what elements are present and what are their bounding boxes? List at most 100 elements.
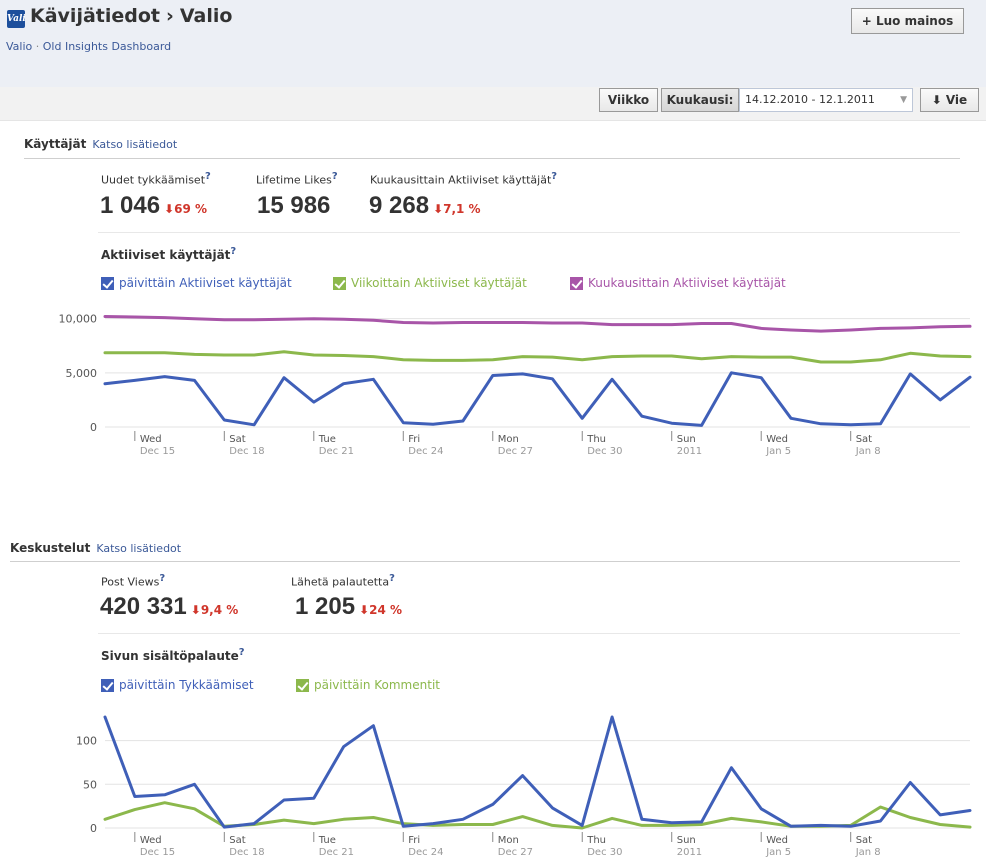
x-tick-label: Sat <box>856 434 872 445</box>
checkbox-checked-icon[interactable] <box>101 678 114 692</box>
x-tick-sublabel: Dec 18 <box>229 446 264 457</box>
help-icon[interactable]: ? <box>551 171 557 182</box>
old-dashboard-link[interactable]: Old Insights Dashboard <box>43 40 171 53</box>
checkbox-checked-icon[interactable] <box>570 276 583 290</box>
date-range-select[interactable]: 14.12.2010 - 12.1.2011 ▼ <box>739 88 913 112</box>
x-tick-label: Sun <box>677 835 696 846</box>
breadcrumb-dot: · <box>35 40 40 53</box>
legend-monthly-active[interactable]: Kuukausittain Aktiiviset käyttäjät <box>570 276 786 290</box>
y-tick-label: 0 <box>90 822 97 835</box>
users-section-title: Käyttäjät Katso lisätiedot <box>24 137 177 151</box>
x-tick-label: Fri <box>408 835 420 846</box>
help-icon[interactable]: ? <box>332 171 338 182</box>
week-button[interactable]: Viikko <box>599 88 658 112</box>
help-icon[interactable]: ? <box>230 246 236 257</box>
chart-title-text: Aktiiviset käyttäjät <box>101 248 231 262</box>
legend-label: päivittäin Kommentit <box>314 678 440 692</box>
conversations-title-text: Keskustelut <box>10 541 91 555</box>
conversations-section-title: Keskustelut Katso lisätiedot <box>10 541 181 555</box>
create-ad-button[interactable]: + Luo mainos <box>851 8 964 34</box>
help-icon[interactable]: ? <box>239 647 245 658</box>
users-title-text: Käyttäjät <box>24 137 87 151</box>
checkbox-checked-icon[interactable] <box>296 678 309 692</box>
legend-weekly-active[interactable]: Viikoittain Aktiiviset käyttäjät <box>333 276 527 290</box>
breadcrumb: Valio · Old Insights Dashboard <box>6 40 171 53</box>
date-range-value: 14.12.2010 - 12.1.2011 <box>745 93 875 106</box>
metric-divider <box>98 232 960 233</box>
x-tick-sublabel: 2011 <box>677 847 702 858</box>
y-tick-label: 100 <box>76 735 97 748</box>
delta-down-badge: ⬇9,4 % <box>191 603 239 617</box>
x-tick-sublabel: Dec 18 <box>229 847 264 858</box>
checkbox-checked-icon[interactable] <box>101 276 114 290</box>
chart-title-text: Sivun sisältöpalaute <box>101 649 239 663</box>
x-tick-label: Wed <box>140 434 162 445</box>
page-title: Kävijätiedot › Valio <box>30 5 232 27</box>
x-tick-sublabel: Dec 24 <box>408 847 443 858</box>
y-tick-label: 5,000 <box>66 367 98 380</box>
legend-daily-active[interactable]: päivittäin Aktiiviset käyttäjät <box>101 276 292 290</box>
help-icon[interactable]: ? <box>159 573 165 584</box>
conversations-more-link[interactable]: Katso lisätiedot <box>96 542 181 555</box>
title-page-name[interactable]: Valio <box>180 5 233 27</box>
x-tick-sublabel: Dec 27 <box>498 446 533 457</box>
metric-label-post-views: Post Views? <box>101 573 165 589</box>
export-button[interactable]: ⬇ Vie <box>920 88 979 112</box>
metric-label-lifetime-likes: Lifetime Likes? <box>256 171 338 187</box>
metric-label-new-likes: Uudet tykkäämiset? <box>101 171 211 187</box>
x-tick-sublabel: Dec 24 <box>408 446 443 457</box>
users-more-link[interactable]: Katso lisätiedot <box>92 138 177 151</box>
delta-value: 69 % <box>174 202 208 216</box>
x-tick-label: Tue <box>318 434 336 445</box>
arrow-down-icon: ⬇ <box>190 603 201 617</box>
metric-label-text: Kuukausittain Aktiiviset käyttäjät <box>370 173 552 187</box>
x-tick-label: Fri <box>408 434 420 445</box>
x-tick-sublabel: 2011 <box>677 446 702 457</box>
active-users-chart: 05,00010,000WedDec 15SatDec 18TueDec 21F… <box>59 313 972 457</box>
metric-divider <box>98 633 960 634</box>
content-feedback-chart: 050100WedDec 15SatDec 18TueDec 21FriDec … <box>76 715 972 858</box>
x-tick-label: Sun <box>677 434 696 445</box>
metric-value-post-views: 420 331 ⬇9,4 % <box>100 593 238 621</box>
metric-value-feedback: 1 205 ⬇24 % <box>295 593 402 621</box>
x-tick-sublabel: Dec 27 <box>498 847 533 858</box>
metric-value-monthly-active: 9 268 ⬇7,1 % <box>369 192 481 220</box>
breadcrumb-page-link[interactable]: Valio <box>6 40 32 53</box>
delta-down-badge: ⬇69 % <box>164 202 207 216</box>
help-icon[interactable]: ? <box>389 573 395 584</box>
series-line <box>103 801 972 830</box>
x-tick-sublabel: Jan 8 <box>855 847 881 858</box>
legend-daily-likes[interactable]: päivittäin Tykkäämiset <box>101 678 254 692</box>
x-tick-sublabel: Dec 15 <box>140 847 175 858</box>
series-line <box>103 350 972 364</box>
delta-down-badge: ⬇7,1 % <box>433 202 481 216</box>
x-tick-label: Wed <box>766 434 788 445</box>
metric-value-new-likes: 1 046 ⬇69 % <box>100 192 207 220</box>
download-icon: ⬇ <box>931 93 942 107</box>
content-feedback-chart-title: Sivun sisältöpalaute? <box>101 647 245 663</box>
help-icon[interactable]: ? <box>205 171 211 182</box>
metric-label-text: Lähetä palautetta <box>291 575 390 589</box>
checkbox-checked-icon[interactable] <box>333 276 346 290</box>
x-tick-sublabel: Dec 30 <box>587 446 622 457</box>
x-tick-label: Thu <box>586 835 606 846</box>
x-tick-sublabel: Dec 21 <box>319 847 354 858</box>
legend-label: Kuukausittain Aktiiviset käyttäjät <box>588 276 786 290</box>
legend-daily-comments[interactable]: päivittäin Kommentit <box>296 678 440 692</box>
y-tick-label: 10,000 <box>59 313 98 326</box>
x-tick-label: Wed <box>140 835 162 846</box>
section-divider <box>24 158 960 159</box>
x-tick-label: Thu <box>586 434 606 445</box>
chevron-down-icon: ▼ <box>900 95 907 105</box>
legend-label: päivittäin Aktiiviset käyttäjät <box>119 276 292 290</box>
x-tick-label: Tue <box>318 835 336 846</box>
delta-value: 9,4 % <box>200 603 239 617</box>
metric-number: 15 986 <box>257 192 331 219</box>
x-tick-sublabel: Dec 21 <box>319 446 354 457</box>
x-tick-label: Mon <box>498 434 519 445</box>
x-tick-label: Wed <box>766 835 788 846</box>
metric-label-text: Uudet tykkäämiset <box>101 173 206 187</box>
delta-down-badge: ⬇24 % <box>359 603 402 617</box>
delta-value: 7,1 % <box>443 202 481 216</box>
month-button[interactable]: Kuukausi: <box>661 88 739 112</box>
